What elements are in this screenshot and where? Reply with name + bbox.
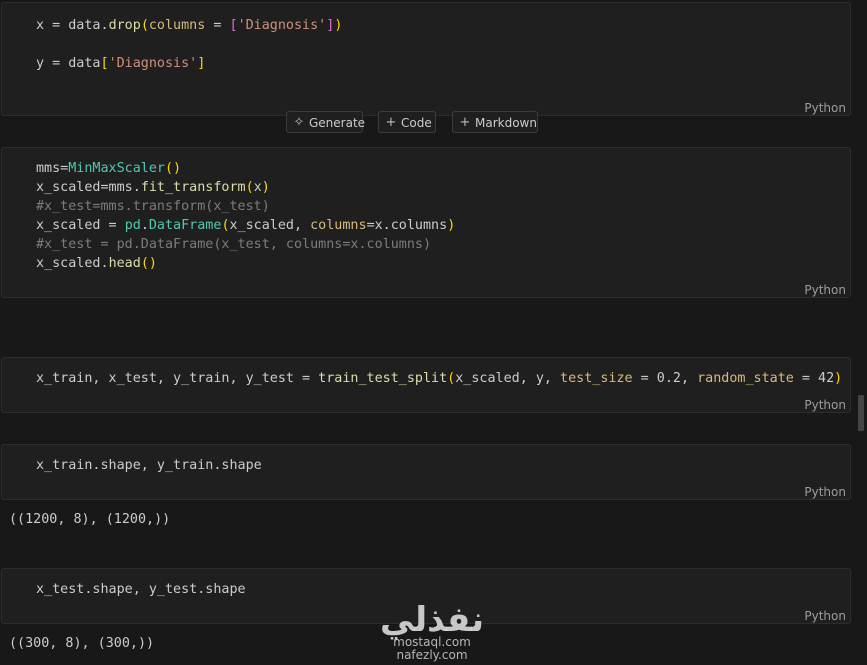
- code-token: ): [834, 371, 843, 386]
- code-token: fit_transform: [140, 180, 246, 195]
- code-token: y = data: [36, 56, 101, 71]
- code-token: (): [165, 161, 182, 176]
- code-token: = 42: [793, 371, 835, 386]
- code-token: columns: [148, 18, 206, 33]
- cell-1-code[interactable]: x = data.drop(columns = ['Diagnosis']) y …: [36, 16, 342, 73]
- code-token: train_test_split: [318, 371, 448, 386]
- code-line: x_scaled = pd.DataFrame(x_scaled, column…: [36, 216, 455, 235]
- code-token: x_scaled =: [36, 218, 125, 233]
- code-token: columns: [310, 218, 367, 233]
- code-token: head: [108, 256, 141, 271]
- code-token: DataFrame: [148, 218, 222, 233]
- code-token: x_scaled,: [229, 218, 311, 233]
- code-token: .: [140, 218, 149, 233]
- code-token: pd: [124, 218, 141, 233]
- code-token: drop: [108, 18, 141, 33]
- code-token: ): [334, 18, 343, 33]
- code-token: =: [205, 18, 230, 33]
- code-token: ): [261, 180, 270, 195]
- generate-button[interactable]: ✧ Generate: [286, 111, 366, 133]
- code-token: x_train, x_test, y_train, y_test =: [36, 371, 319, 386]
- code-token: (: [245, 180, 254, 195]
- code-token: (: [140, 18, 149, 33]
- code-cell-3[interactable]: x_train, x_test, y_train, y_test = train…: [1, 357, 851, 413]
- cell-language-label[interactable]: Python: [804, 283, 846, 297]
- watermark: نفذلي mostaql.com nafezly.com: [376, 600, 488, 662]
- watermark-logo: نفذلي: [379, 600, 485, 640]
- add-code-button[interactable]: + Code: [378, 111, 436, 133]
- code-token: x_train.shape, y_train.shape: [36, 458, 262, 473]
- markdown-label: Markdown: [475, 116, 537, 130]
- code-cell-2[interactable]: mms=MinMaxScaler() x_scaled=mms.fit_trans…: [1, 147, 851, 298]
- code-token: [: [229, 18, 238, 33]
- code-token: ): [447, 218, 456, 233]
- code-token: (: [221, 218, 230, 233]
- code-token: test_size: [560, 371, 633, 386]
- code-line: x_test.shape, y_test.shape: [36, 580, 246, 599]
- code-token: x_test.shape, y_test.shape: [36, 582, 246, 597]
- code-token: (): [140, 256, 157, 271]
- plus-icon: +: [459, 115, 471, 130]
- cell-2-code[interactable]: mms=MinMaxScaler() x_scaled=mms.fit_trans…: [36, 159, 455, 273]
- code-token: x_scaled, y,: [455, 371, 561, 386]
- code-token: x: [253, 180, 262, 195]
- code-label: Code: [401, 116, 432, 130]
- cell-language-label[interactable]: Python: [804, 398, 846, 412]
- code-line: x_scaled.head(): [36, 254, 455, 273]
- code-token: MinMaxScaler: [68, 161, 165, 176]
- code-token: x_scaled.: [36, 256, 109, 271]
- cell-5-output: ((300, 8), (300,)): [9, 636, 155, 651]
- code-line: #x_test=mms.transform(x_test): [36, 197, 455, 216]
- code-token: x_scaled=mms.: [36, 180, 141, 195]
- code-token: #x_test=mms.transform(x_test): [36, 199, 270, 214]
- add-markdown-button[interactable]: + Markdown: [452, 111, 538, 133]
- generate-label: Generate: [309, 116, 366, 130]
- code-token: =x.columns: [366, 218, 448, 233]
- code-cell-1[interactable]: x = data.drop(columns = ['Diagnosis']) y …: [1, 2, 851, 116]
- cell-language-label[interactable]: Python: [804, 609, 846, 623]
- sparkle-icon: ✧: [293, 115, 305, 130]
- cell-5-code[interactable]: x_test.shape, y_test.shape: [36, 580, 246, 599]
- code-line: x_scaled=mms.fit_transform(x): [36, 178, 455, 197]
- code-token: 'Diagnosis': [237, 18, 327, 33]
- code-cell-4[interactable]: x_train.shape, y_train.shape Python: [1, 444, 851, 500]
- code-token: = 0.2,: [632, 371, 698, 386]
- code-line: y = data['Diagnosis']: [36, 54, 342, 73]
- code-token: 'Diagnosis': [108, 56, 198, 71]
- code-line: mms=MinMaxScaler(): [36, 159, 455, 178]
- code-line: x_train, x_test, y_train, y_test = train…: [36, 369, 842, 388]
- code-line: x_train.shape, y_train.shape: [36, 456, 262, 475]
- cell-language-label[interactable]: Python: [804, 101, 846, 115]
- code-line: #x_test = pd.DataFrame(x_test, columns=x…: [36, 235, 455, 254]
- cell-4-code[interactable]: x_train.shape, y_train.shape: [36, 456, 262, 475]
- watermark-line-2: nafezly.com: [396, 648, 468, 662]
- scrollbar-thumb[interactable]: [858, 395, 864, 431]
- code-token: random_state: [697, 371, 794, 386]
- cell-language-label[interactable]: Python: [804, 485, 846, 499]
- plus-icon: +: [385, 115, 397, 130]
- code-token: [: [100, 56, 109, 71]
- code-token: #x_test = pd.DataFrame(x_test, columns=x…: [36, 237, 432, 252]
- code-token: mms=: [36, 161, 69, 176]
- cell-3-code[interactable]: x_train, x_test, y_train, y_test = train…: [36, 369, 842, 388]
- code-token: ]: [197, 56, 206, 71]
- code-line: x = data.drop(columns = ['Diagnosis']): [36, 16, 342, 35]
- code-token: x = data.: [36, 18, 109, 33]
- cell-4-output: ((1200, 8), (1200,)): [9, 512, 171, 527]
